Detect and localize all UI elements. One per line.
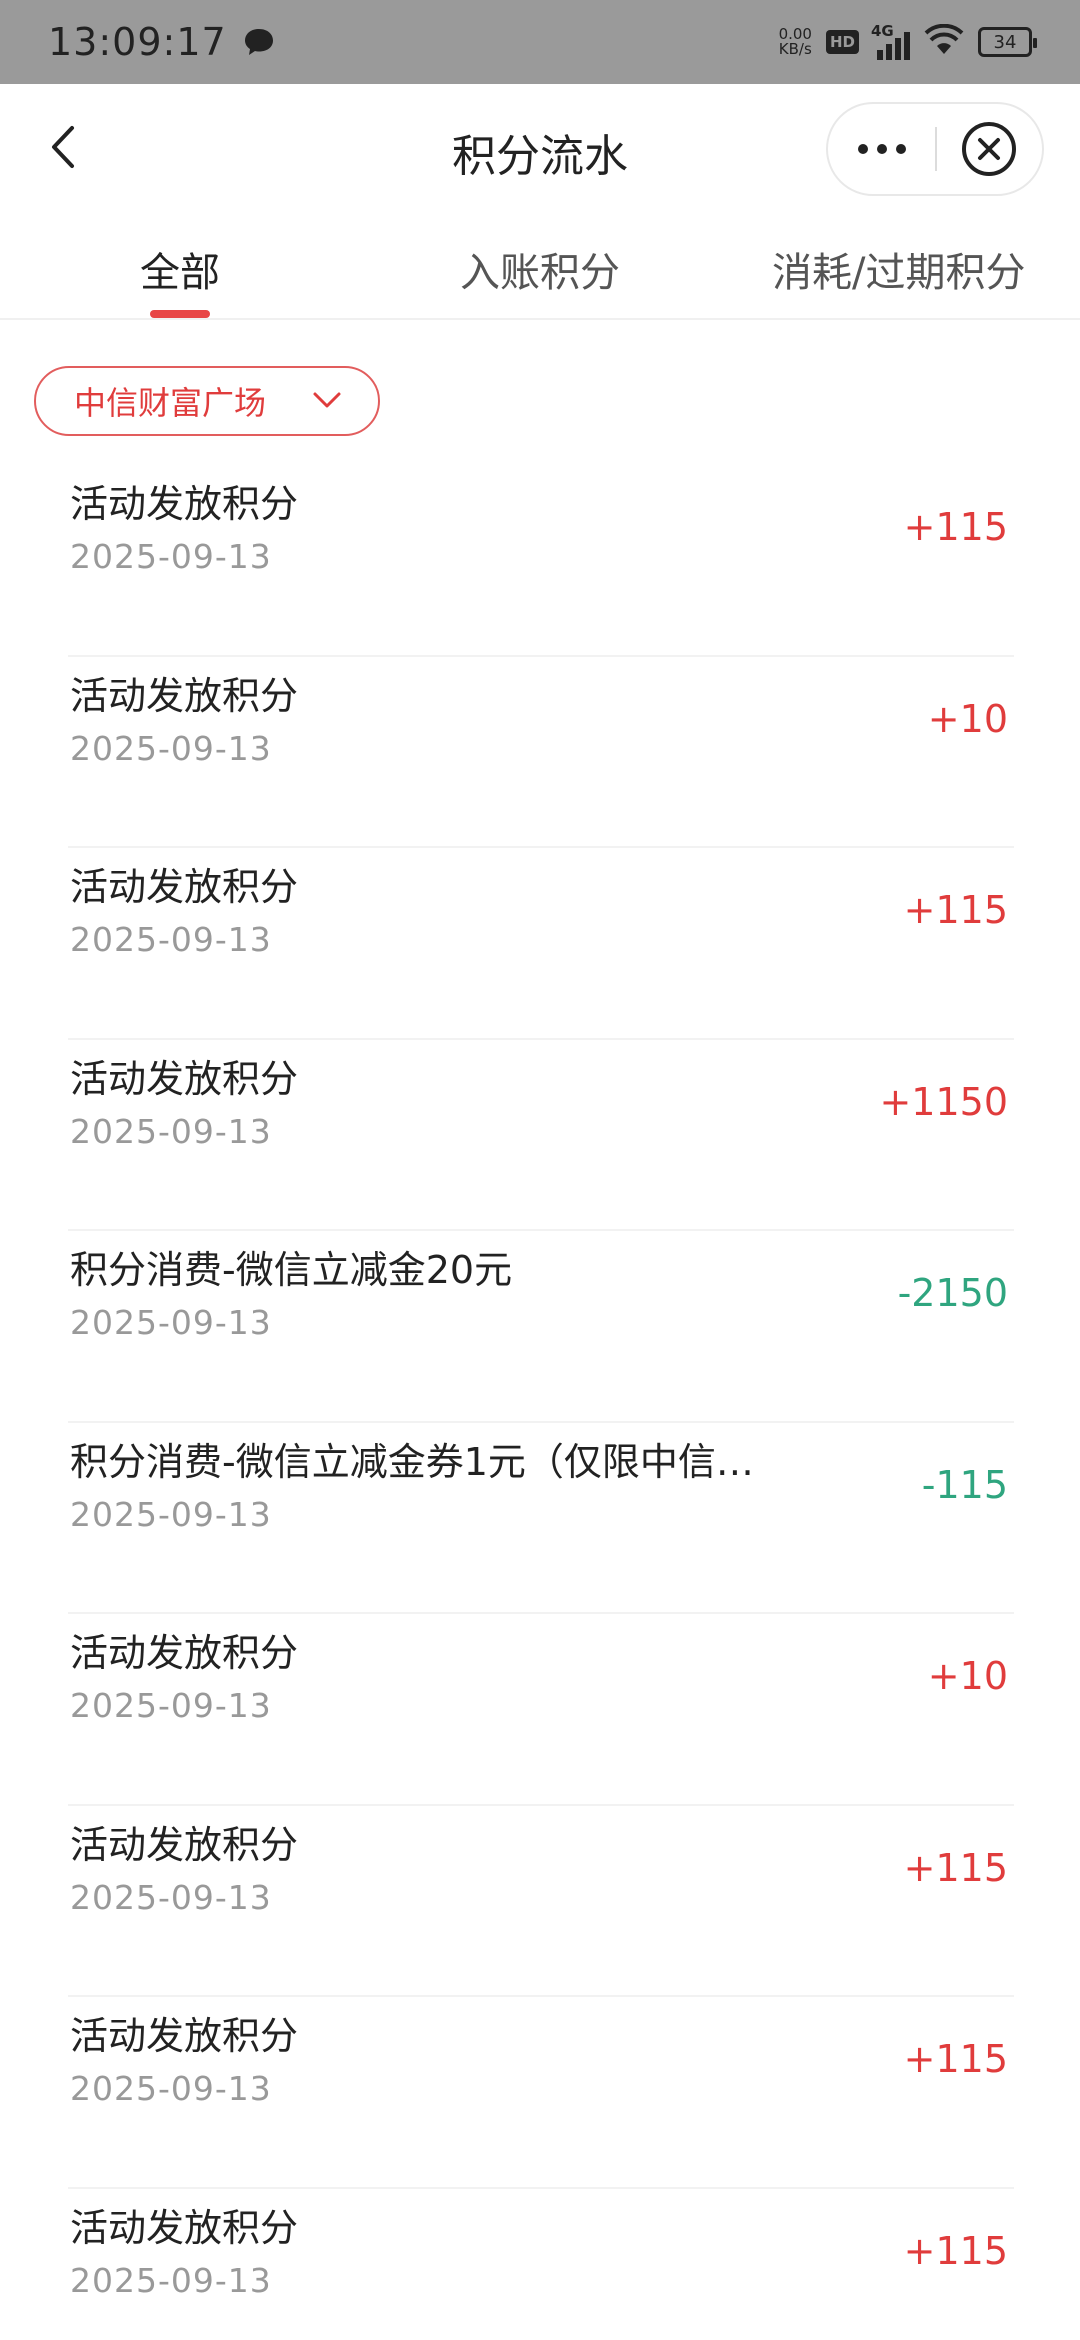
chat-bubble-icon <box>243 27 275 57</box>
record-amount: +10 <box>927 1654 1008 1698</box>
list-item[interactable]: 积分消费-微信立减金券1元（仅限中信… 2025-09-13 -115 <box>68 1423 1014 1614</box>
close-circle-icon <box>962 122 1017 176</box>
chevron-down-icon <box>313 392 341 408</box>
list-item[interactable]: 活动发放积分 2025-09-13 +115 <box>68 1997 1014 2189</box>
battery-level: 34 <box>993 31 1017 53</box>
record-title: 活动发放积分 <box>70 1822 299 1867</box>
nav-bar: 积分流水 <box>0 84 1080 210</box>
record-title: 活动发放积分 <box>70 1056 299 1101</box>
tab-consumed-expired[interactable]: 消耗/过期积分 <box>772 240 1025 298</box>
network-speed-unit: KB/s <box>778 40 812 58</box>
record-date: 2025-09-13 <box>70 1111 272 1151</box>
list-item[interactable]: 活动发放积分 2025-09-13 +10 <box>68 657 1014 848</box>
record-date: 2025-09-13 <box>70 1303 272 1342</box>
record-title: 活动发放积分 <box>70 865 299 909</box>
hd-icon: HD <box>825 30 859 54</box>
status-bar: 13:09:17 0.00 KB/s HD 4G 34 <box>0 0 1080 84</box>
mini-program-capsule <box>826 102 1044 196</box>
filter-label: 中信财富广场 <box>74 384 267 422</box>
record-amount: -115 <box>921 1462 1008 1507</box>
record-date: 2025-09-13 <box>70 2069 272 2108</box>
status-indicators: 0.00 KB/s HD 4G 34 <box>779 22 1037 60</box>
record-title: 活动发放积分 <box>70 2014 299 2058</box>
network-type-label: 4G <box>871 22 894 40</box>
close-button[interactable] <box>937 104 1042 194</box>
points-record-list: 活动发放积分 2025-09-13 +115 活动发放积分 2025-09-13 +10 活… <box>68 465 1014 2340</box>
list-item[interactable]: 活动发放积分 2025-09-13 +115 <box>68 848 1014 1040</box>
record-date: 2025-09-13 <box>70 728 272 768</box>
record-title: 积分消费-微信立减金券1元（仅限中信… <box>70 1439 754 1484</box>
list-item[interactable]: 活动发放积分 2025-09-13 +115 <box>68 2189 1014 2340</box>
record-amount: +1150 <box>879 1079 1008 1124</box>
tab-all[interactable]: 全部 <box>140 240 220 298</box>
list-item[interactable]: 活动发放积分 2025-09-13 +10 <box>68 1614 1014 1806</box>
record-date: 2025-09-13 <box>70 1877 272 1917</box>
record-amount: +115 <box>903 2037 1008 2081</box>
record-date: 2025-09-13 <box>70 537 272 576</box>
record-date: 2025-09-13 <box>70 920 272 959</box>
branch-filter-dropdown[interactable]: 中信财富广场 <box>34 366 380 436</box>
more-button[interactable] <box>828 104 935 194</box>
list-item[interactable]: 活动发放积分 2025-09-13 +115 <box>68 1806 1014 1997</box>
cellular-signal-icon: 4G <box>871 22 910 60</box>
status-time: 13:09:17 <box>48 20 227 64</box>
record-title: 活动发放积分 <box>70 673 299 718</box>
list-item[interactable]: 活动发放积分 2025-09-13 +115 <box>68 465 1014 657</box>
tab-income[interactable]: 入账积分 <box>460 240 620 298</box>
record-title: 活动发放积分 <box>70 2205 299 2250</box>
record-amount: +115 <box>903 1845 1008 1890</box>
list-item[interactable]: 积分消费-微信立减金20元 2025-09-13 -2150 <box>68 1231 1014 1423</box>
wifi-icon <box>924 23 964 60</box>
tab-bar: 全部 入账积分 消耗/过期积分 <box>0 210 1080 320</box>
record-amount: +115 <box>903 888 1008 932</box>
record-date: 2025-09-13 <box>70 1494 272 1534</box>
record-title: 活动发放积分 <box>70 1631 299 1675</box>
record-amount: -2150 <box>897 1271 1008 1315</box>
record-date: 2025-09-13 <box>70 1686 272 1725</box>
network-speed: 0.00 KB/s <box>779 27 812 57</box>
more-dots-icon <box>857 144 868 154</box>
battery-icon: 34 <box>978 27 1037 57</box>
record-date: 2025-09-13 <box>70 2260 272 2300</box>
list-item[interactable]: 活动发放积分 2025-09-13 +1150 <box>68 1040 1014 1231</box>
record-amount: +115 <box>903 505 1008 549</box>
record-title: 积分消费-微信立减金20元 <box>70 1248 513 1292</box>
record-amount: +10 <box>927 696 1008 741</box>
active-tab-indicator <box>150 310 210 318</box>
record-title: 活动发放积分 <box>70 482 299 526</box>
record-amount: +115 <box>903 2228 1008 2273</box>
